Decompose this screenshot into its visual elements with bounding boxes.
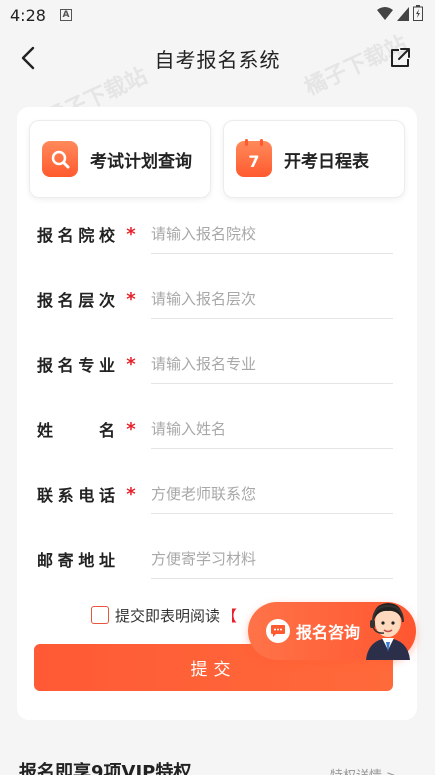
search-icon [42,141,78,177]
field-label: 邮 寄 地 址 [37,531,147,587]
agreement-checkbox[interactable] [91,606,109,624]
label-char: 名 [57,356,74,375]
label-char: 层 [78,291,95,310]
label-char: 联 [37,486,54,505]
field-label: 报 名 院 校 * [37,206,147,262]
form-row-address: 邮 寄 地 址 [37,531,393,587]
consult-label: 报名咨询 [296,623,361,642]
label-char: 院 [78,226,95,245]
required-mark: * [126,223,136,245]
agreement-link[interactable]: 【 [222,605,237,626]
form-row-school: 报 名 院 校 * [37,206,393,262]
chat-bubble-icon [266,619,290,643]
label-char: 名 [57,226,74,245]
required-mark: * [126,353,136,375]
form-row-name: 姓 名 * [37,401,393,457]
field-label: 报 名 专 业 * [37,336,147,392]
label-char: 姓 [37,421,54,440]
label-char: 电 [78,486,95,505]
label-char: 次 [98,291,115,310]
status-time: 4:28 [10,5,46,25]
address-input[interactable] [151,539,393,579]
exam-schedule-label: 开考日程表 [284,151,369,172]
label-char: 专 [78,356,95,375]
phone-input[interactable] [151,474,393,514]
field-label: 姓 名 * [37,401,147,457]
level-input[interactable] [151,279,393,319]
label-char: 寄 [57,551,74,570]
exam-plan-query-button[interactable]: 考试计划查询 [29,120,211,198]
label-char: 报 [37,356,54,375]
major-input[interactable] [151,344,393,384]
label-char: 址 [98,551,115,570]
wifi-icon [377,6,393,25]
label-char: 报 [37,226,54,245]
required-mark: * [126,288,136,310]
calendar-day: 7 [248,151,260,171]
vip-section-header: 报名即享9项VIP特权 特权详情 > [17,748,417,775]
agreement-row: 提交即表明阅读 【 [91,603,237,627]
label-char: 名 [98,421,115,440]
share-icon [391,48,410,67]
field-label: 报 名 层 次 * [37,271,147,327]
signal-icon [397,6,409,25]
vip-details-link[interactable]: 特权详情 > [330,765,397,775]
field-label: 联 系 电 话 * [37,466,147,522]
school-input[interactable] [151,214,393,254]
label-char: 报 [37,291,54,310]
agreement-text: 提交即表明阅读 [115,606,221,625]
label-char: 地 [78,551,95,570]
consult-button[interactable]: 报名咨询 [248,602,416,660]
exam-plan-query-label: 考试计划查询 [90,151,192,172]
share-button[interactable] [385,43,415,73]
page-title: 自考报名系统 [154,47,281,72]
chevron-left-icon [21,46,35,70]
form-row-level: 报 名 层 次 * [37,271,393,327]
form-row-major: 报 名 专 业 * [37,336,393,392]
required-mark: * [126,483,136,505]
label-char: 业 [98,356,115,375]
exam-schedule-button[interactable]: 7 开考日程表 [223,120,405,198]
label-char: 邮 [37,551,54,570]
label-char: 名 [57,291,74,310]
nav-bar: 自考报名系统 [0,30,435,86]
label-char: 话 [98,486,115,505]
name-input[interactable] [151,409,393,449]
notification-icon: A [59,9,72,21]
form-row-phone: 联 系 电 话 * [37,466,393,522]
battery-icon [413,5,423,25]
calendar-icon: 7 [236,139,272,177]
support-agent-avatar [366,603,410,660]
label-char: 校 [98,226,115,245]
vip-title: 报名即享9项VIP特权 [19,762,192,775]
required-mark: * [126,418,136,440]
back-button[interactable] [12,42,44,74]
status-bar: 4:28 A [0,0,435,30]
label-char: 系 [57,486,74,505]
